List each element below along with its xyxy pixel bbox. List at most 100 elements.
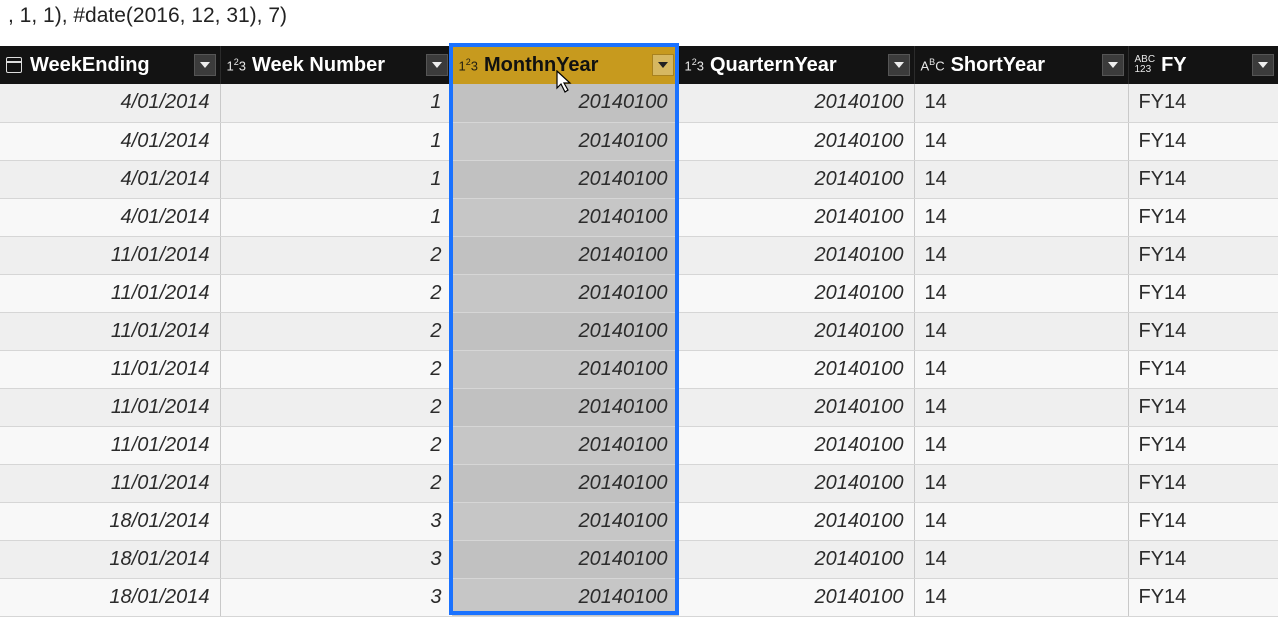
cell[interactable]: 20140100 [452, 236, 678, 274]
column-header-monthnyear[interactable]: 123MonthnYear [452, 46, 678, 84]
cell[interactable]: FY14 [1128, 160, 1278, 198]
cell[interactable]: 14 [914, 236, 1128, 274]
cell[interactable]: 11/01/2014 [0, 388, 220, 426]
cell[interactable]: 2 [220, 236, 452, 274]
cell[interactable]: 14 [914, 84, 1128, 122]
table-row[interactable]: 11/01/20142201401002014010014FY14 [0, 350, 1278, 388]
cell[interactable]: FY14 [1128, 426, 1278, 464]
cell[interactable]: 14 [914, 388, 1128, 426]
cell[interactable]: 14 [914, 312, 1128, 350]
cell[interactable]: 2 [220, 274, 452, 312]
cell[interactable]: 4/01/2014 [0, 198, 220, 236]
filter-dropdown-icon[interactable] [1102, 54, 1124, 76]
cell[interactable]: 18/01/2014 [0, 502, 220, 540]
cell[interactable]: 2 [220, 350, 452, 388]
cell[interactable]: 20140100 [678, 464, 914, 502]
filter-dropdown-icon[interactable] [194, 54, 216, 76]
cell[interactable]: 14 [914, 502, 1128, 540]
cell[interactable]: 18/01/2014 [0, 578, 220, 616]
cell[interactable]: 18/01/2014 [0, 540, 220, 578]
cell[interactable]: FY14 [1128, 350, 1278, 388]
filter-dropdown-icon[interactable] [888, 54, 910, 76]
cell[interactable]: 14 [914, 274, 1128, 312]
cell[interactable]: 20140100 [452, 198, 678, 236]
cell[interactable]: 1 [220, 198, 452, 236]
table-row[interactable]: 4/01/20141201401002014010014FY14 [0, 84, 1278, 122]
table-row[interactable]: 4/01/20141201401002014010014FY14 [0, 122, 1278, 160]
column-header-weekending[interactable]: WeekEnding [0, 46, 220, 84]
cell[interactable]: 20140100 [452, 84, 678, 122]
cell[interactable]: FY14 [1128, 578, 1278, 616]
cell[interactable]: 1 [220, 160, 452, 198]
cell[interactable]: 20140100 [678, 540, 914, 578]
cell[interactable]: FY14 [1128, 540, 1278, 578]
table-row[interactable]: 4/01/20141201401002014010014FY14 [0, 160, 1278, 198]
cell[interactable]: FY14 [1128, 312, 1278, 350]
cell[interactable]: 20140100 [452, 122, 678, 160]
table-row[interactable]: 11/01/20142201401002014010014FY14 [0, 388, 1278, 426]
cell[interactable]: 20140100 [678, 84, 914, 122]
cell[interactable]: 20140100 [678, 578, 914, 616]
table-row[interactable]: 11/01/20142201401002014010014FY14 [0, 274, 1278, 312]
table-row[interactable]: 11/01/20142201401002014010014FY14 [0, 312, 1278, 350]
cell[interactable]: 4/01/2014 [0, 122, 220, 160]
cell[interactable]: 11/01/2014 [0, 464, 220, 502]
cell[interactable]: 11/01/2014 [0, 236, 220, 274]
cell[interactable]: 20140100 [678, 236, 914, 274]
cell[interactable]: 4/01/2014 [0, 160, 220, 198]
cell[interactable]: 3 [220, 578, 452, 616]
cell[interactable]: 2 [220, 464, 452, 502]
table-row[interactable]: 11/01/20142201401002014010014FY14 [0, 236, 1278, 274]
cell[interactable]: 11/01/2014 [0, 350, 220, 388]
column-header-week-number[interactable]: 123Week Number [220, 46, 452, 84]
column-header-fy[interactable]: ABC123FY [1128, 46, 1278, 84]
cell[interactable]: 20140100 [452, 312, 678, 350]
cell[interactable]: 20140100 [678, 122, 914, 160]
table-row[interactable]: 4/01/20141201401002014010014FY14 [0, 198, 1278, 236]
cell[interactable]: 20140100 [678, 350, 914, 388]
cell[interactable]: FY14 [1128, 388, 1278, 426]
filter-dropdown-icon[interactable] [652, 54, 674, 76]
cell[interactable]: 14 [914, 350, 1128, 388]
table-row[interactable]: 18/01/20143201401002014010014FY14 [0, 502, 1278, 540]
table-row[interactable]: 11/01/20142201401002014010014FY14 [0, 426, 1278, 464]
cell[interactable]: 1 [220, 122, 452, 160]
cell[interactable]: FY14 [1128, 84, 1278, 122]
filter-dropdown-icon[interactable] [426, 54, 448, 76]
cell[interactable]: 11/01/2014 [0, 312, 220, 350]
cell[interactable]: 4/01/2014 [0, 84, 220, 122]
cell[interactable]: 20140100 [678, 312, 914, 350]
filter-dropdown-icon[interactable] [1252, 54, 1274, 76]
cell[interactable]: 20140100 [452, 388, 678, 426]
cell[interactable]: 20140100 [678, 388, 914, 426]
cell[interactable]: 2 [220, 426, 452, 464]
cell[interactable]: 20140100 [678, 426, 914, 464]
cell[interactable]: 20140100 [678, 502, 914, 540]
table-row[interactable]: 18/01/20143201401002014010014FY14 [0, 540, 1278, 578]
cell[interactable]: FY14 [1128, 122, 1278, 160]
cell[interactable]: 20140100 [452, 540, 678, 578]
cell[interactable]: 20140100 [452, 160, 678, 198]
cell[interactable]: 20140100 [452, 578, 678, 616]
cell[interactable]: 14 [914, 198, 1128, 236]
cell[interactable]: 14 [914, 160, 1128, 198]
cell[interactable]: 2 [220, 312, 452, 350]
cell[interactable]: 2 [220, 388, 452, 426]
cell[interactable]: 14 [914, 540, 1128, 578]
cell[interactable]: 11/01/2014 [0, 274, 220, 312]
cell[interactable]: 20140100 [452, 274, 678, 312]
cell[interactable]: 14 [914, 122, 1128, 160]
cell[interactable]: 20140100 [678, 160, 914, 198]
cell[interactable]: 20140100 [452, 502, 678, 540]
cell[interactable]: FY14 [1128, 464, 1278, 502]
cell[interactable]: 3 [220, 502, 452, 540]
cell[interactable]: 20140100 [452, 426, 678, 464]
cell[interactable]: 3 [220, 540, 452, 578]
cell[interactable]: FY14 [1128, 198, 1278, 236]
cell[interactable]: FY14 [1128, 502, 1278, 540]
cell[interactable]: 14 [914, 578, 1128, 616]
cell[interactable]: 14 [914, 464, 1128, 502]
column-header-shortyear[interactable]: ABCShortYear [914, 46, 1128, 84]
table-row[interactable]: 11/01/20142201401002014010014FY14 [0, 464, 1278, 502]
cell[interactable]: 20140100 [452, 350, 678, 388]
